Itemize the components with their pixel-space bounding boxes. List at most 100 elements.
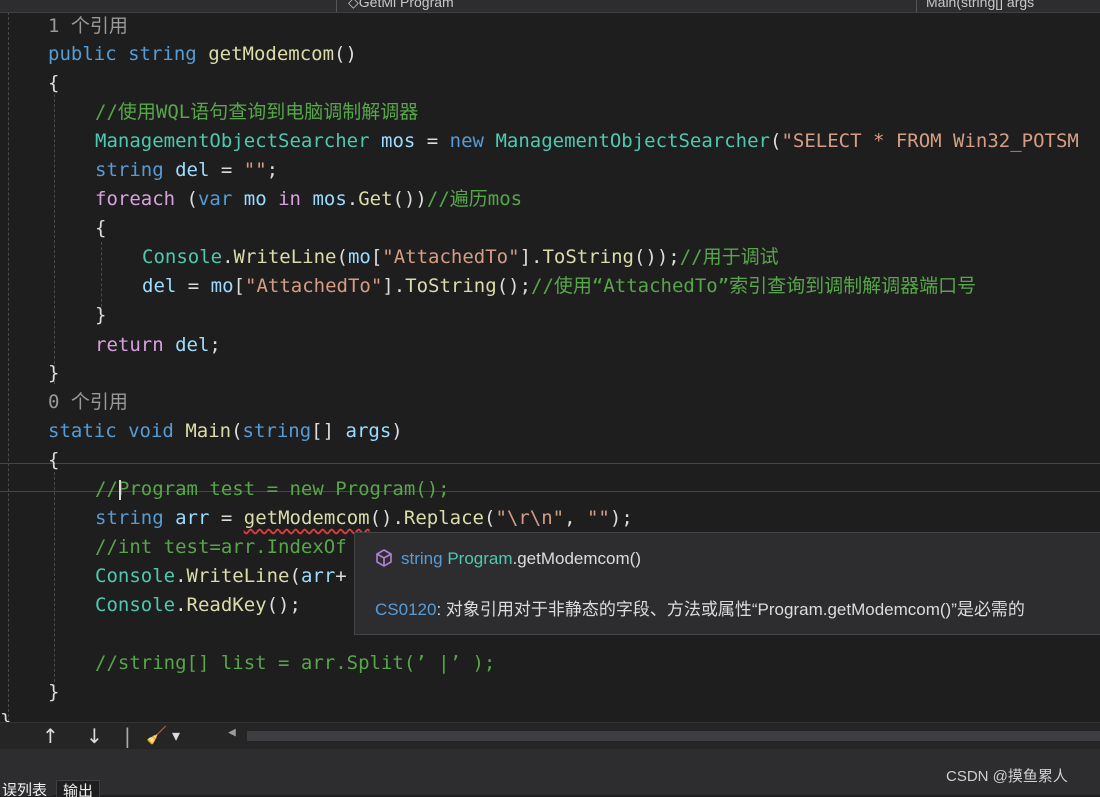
punctuation: ); — [609, 507, 633, 529]
punctuation: ]. — [519, 246, 543, 268]
brace: } — [48, 681, 60, 703]
punctuation: ( — [289, 565, 301, 587]
reference-count[interactable]: 0 个引用 — [48, 391, 128, 413]
comment: //string[] list = arr.Split(’ |’ ); — [95, 652, 496, 674]
punctuation: [ — [370, 246, 383, 268]
comment: //int test=arr.IndexOf — [95, 536, 347, 558]
error-squiggle-method[interactable]: getModemcom — [244, 507, 370, 529]
code-line-16: { — [0, 446, 1100, 475]
punctuation: () — [334, 43, 357, 65]
string-literal: "\r\n" — [495, 507, 565, 529]
code-line-12: return del; — [0, 331, 1100, 360]
tooltip-class: Program — [447, 549, 513, 568]
keyword: public — [48, 43, 117, 65]
string-literal: "SELECT * FROM Win32_POTSM — [781, 130, 1079, 152]
variable: mos — [312, 188, 347, 210]
code-line-3: { — [0, 69, 1100, 98]
code-line-8: { — [0, 214, 1100, 243]
method-name: getModemcom — [208, 43, 335, 65]
punctuation: [] — [311, 420, 346, 442]
variable: del — [175, 334, 210, 356]
code-line-24: } — [0, 678, 1100, 707]
code-line-18: string arr = getModemcom().Replace("\r\n… — [0, 504, 1100, 533]
method-name: ToString — [542, 246, 634, 268]
code-line-9: Console.WriteLine(mo["AttachedTo"].ToStr… — [142, 246, 779, 268]
tooltip-method: .getModemcom() — [512, 549, 641, 568]
tooltip-return-type: string — [401, 549, 443, 568]
code-line-23: //string[] list = arr.Split(’ |’ ); — [0, 649, 1100, 678]
method-name: Main — [185, 420, 232, 442]
tab-output[interactable]: 输出 — [56, 780, 101, 797]
code-line-14: 0 个引用 — [0, 388, 1100, 417]
variable: mo — [210, 275, 234, 297]
class-name: Console — [142, 246, 223, 268]
punctuation: ( — [231, 420, 243, 442]
punctuation: = — [415, 130, 450, 152]
class-name: ManagementObjectSearcher — [95, 130, 370, 152]
punctuation: ) — [391, 420, 403, 442]
previous-issue-button[interactable]: ↑ — [42, 724, 59, 748]
code-line-1: 1 个引用 — [0, 12, 1100, 41]
keyword: string — [242, 420, 312, 442]
comment: //Program test = new Program(); — [95, 478, 450, 500]
method-name: ToString — [405, 275, 497, 297]
nav-divider — [916, 0, 917, 12]
quick-info-tooltip: string Program.getModemcom() CS0120: 对象引… — [354, 532, 1100, 635]
brace: { — [48, 449, 60, 471]
variable: args — [345, 420, 392, 442]
string-literal: "AttachedTo" — [382, 246, 520, 268]
keyword: var — [197, 188, 233, 210]
punctuation: (); — [496, 275, 532, 297]
code-cleanup-brush-icon[interactable]: 🧹 — [146, 724, 167, 748]
punctuation: ()); — [633, 246, 680, 268]
error-message: : 对象引用对于非静态的字段、方法或属性“Program.getModemcom… — [436, 600, 1025, 619]
variable: mo — [243, 188, 267, 210]
class-name: Console — [95, 594, 176, 616]
text-caret — [119, 480, 121, 500]
variable: arr — [175, 507, 210, 529]
bottom-panel: 误列表 输出 CSDN @摸鱼累人 — [0, 749, 1100, 797]
comment: //遍历mos — [426, 188, 523, 210]
class-name: ManagementObjectSearcher — [495, 130, 770, 152]
brace: } — [0, 710, 12, 722]
nav-divider — [336, 0, 337, 12]
variable: arr — [300, 565, 336, 587]
comment: //使用“AttachedTo”索引查询到调制解调器端口号 — [531, 275, 977, 297]
watermark: CSDN @摸鱼累人 — [946, 768, 1068, 785]
nav-member-dropdown[interactable]: ◇GetMi Program — [348, 0, 454, 10]
scroll-left-icon[interactable]: ◀ — [228, 725, 236, 740]
code-line-7: foreach (var mo in mos.Get())//遍历mos — [95, 188, 523, 210]
nav-method-dropdown[interactable]: Main(string[] args — [926, 0, 1034, 10]
comment: //使用WQL语句查询到电脑调制解调器 — [95, 101, 419, 123]
method-name: Get — [358, 188, 393, 210]
code-line-6: string del = ""; — [0, 156, 1100, 185]
next-issue-button[interactable]: ↓ — [86, 724, 103, 748]
horizontal-scrollbar[interactable] — [247, 731, 1100, 741]
tooltip-signature: string Program.getModemcom() — [375, 549, 641, 569]
punctuation: ]. — [382, 275, 406, 297]
punctuation: [ — [233, 275, 245, 297]
method-name: ReadKey — [186, 594, 267, 616]
keyword: new — [449, 130, 484, 152]
code-line-4: //使用WQL语句查询到电脑调制解调器 — [0, 98, 1100, 127]
tab-error-list[interactable]: 误列表 — [0, 780, 54, 796]
method-name: WriteLine — [233, 246, 337, 268]
brace: } — [95, 304, 107, 326]
punctuation: ; — [209, 334, 221, 356]
error-code-link[interactable]: CS0120 — [375, 600, 436, 619]
punctuation: ( — [336, 246, 348, 268]
code-line-11: } — [0, 301, 1100, 330]
punctuation: = — [176, 275, 211, 297]
code-line-2: public string getModemcom() — [0, 40, 1100, 69]
punctuation: = — [209, 507, 244, 529]
chevron-down-icon[interactable]: ▾ — [172, 724, 180, 748]
control-keyword: return — [95, 334, 164, 356]
brace: { — [95, 217, 107, 239]
reference-count[interactable]: 1 个引用 — [48, 15, 128, 37]
control-keyword: in — [278, 188, 301, 210]
code-line-13: } — [0, 359, 1100, 388]
variable: mo — [347, 246, 371, 268]
control-keyword: foreach — [95, 188, 176, 210]
punctuation: (). — [369, 507, 404, 529]
keyword: void — [128, 420, 174, 442]
